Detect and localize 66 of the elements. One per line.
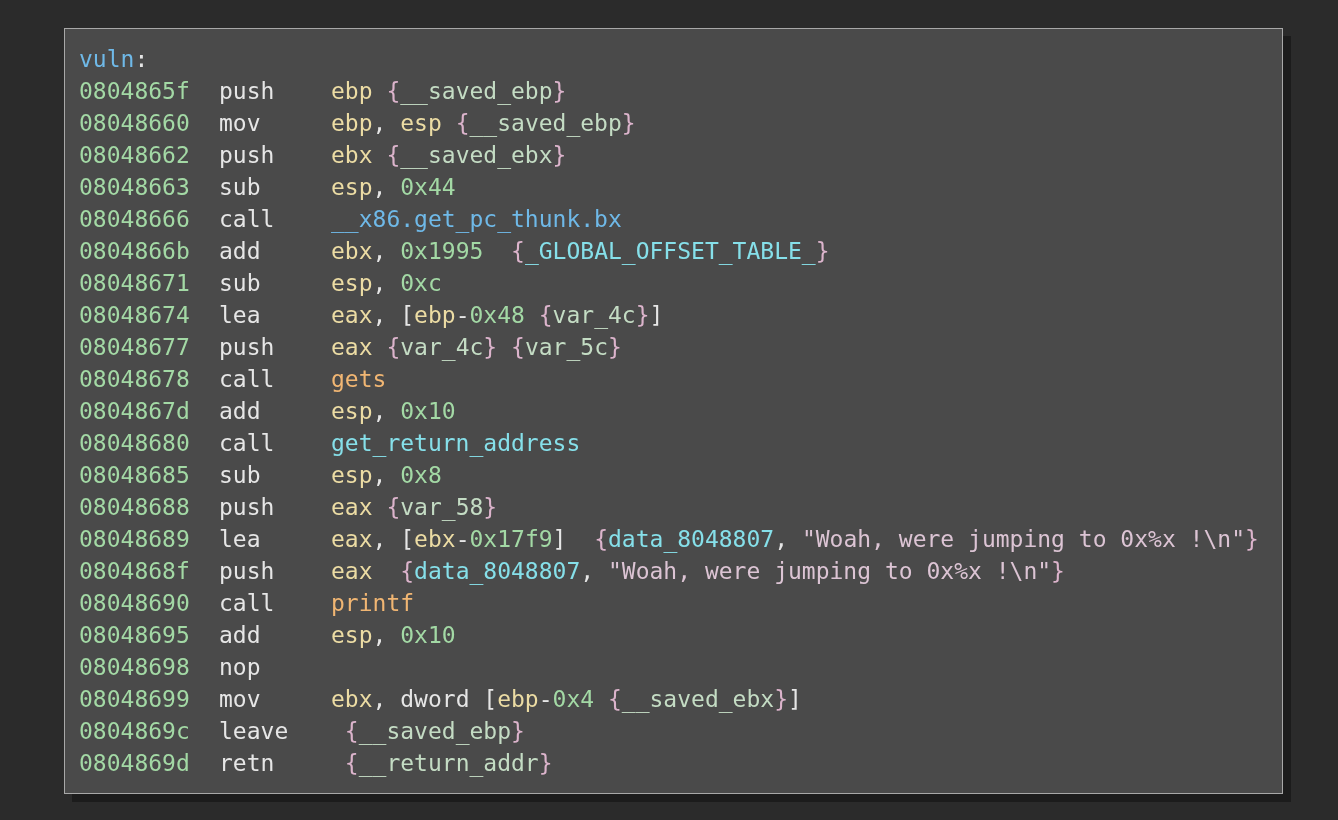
- mnemonic: nop: [219, 653, 262, 682]
- mnemonic: lea: [219, 301, 262, 330]
- operand: gets: [331, 365, 387, 394]
- mnemonic: add: [219, 397, 262, 426]
- address: 08048660: [79, 109, 191, 138]
- operand: __x86.get_pc_thunk.bx: [331, 205, 622, 235]
- mnemonic: sub: [219, 173, 262, 202]
- mnemonic: push: [219, 557, 276, 586]
- mnemonic: add: [219, 237, 262, 266]
- operand: eax {var_58}: [331, 493, 498, 523]
- operand: esp, 0x10: [331, 621, 456, 650]
- address: 0804869c: [79, 717, 191, 746]
- operand: esp, 0x10: [331, 397, 456, 426]
- mnemonic: sub: [219, 269, 262, 298]
- address: 08048678: [79, 365, 191, 394]
- operand: eax {data_8048807, "Woah, were jumping to 0x%x !\n"}: [331, 557, 1065, 587]
- address: 08048680: [79, 429, 191, 458]
- operand: get_return_address: [331, 429, 581, 459]
- operand: eax {var_4c} {var_5c}: [331, 333, 622, 363]
- address: 08048666: [79, 205, 191, 234]
- mnemonic: sub: [219, 461, 262, 490]
- operand: ebp, esp {__saved_ebp}: [331, 109, 636, 139]
- address: 0804867d: [79, 397, 191, 426]
- address: 08048663: [79, 173, 191, 202]
- address: 08048695: [79, 621, 191, 650]
- mnemonic: call: [219, 429, 276, 458]
- operand: esp, 0xc: [331, 269, 442, 298]
- address: 08048698: [79, 653, 191, 682]
- address: 08048677: [79, 333, 191, 362]
- address: 08048671: [79, 269, 191, 298]
- address: 08048689: [79, 525, 191, 554]
- operand: eax, [ebp-0x48 {var_4c}]: [331, 301, 664, 331]
- mnemonic: call: [219, 365, 276, 394]
- mnemonic: call: [219, 589, 276, 618]
- mnemonic: call: [219, 205, 276, 234]
- operand: ebx {__saved_ebx}: [331, 141, 567, 171]
- address: 08048662: [79, 141, 191, 170]
- mnemonic: push: [219, 333, 276, 362]
- operand: ebx, dword [ebp-0x4 {__saved_ebx}]: [331, 685, 802, 715]
- mnemonic: retn: [219, 749, 276, 778]
- mnemonic: leave: [219, 717, 290, 746]
- address: 08048674: [79, 301, 191, 330]
- operand: printf: [331, 589, 415, 618]
- mnemonic: mov: [219, 685, 262, 714]
- mnemonic: push: [219, 77, 276, 106]
- operand: {__saved_ebp}: [343, 717, 525, 747]
- address: 08048688: [79, 493, 191, 522]
- mnemonic: push: [219, 141, 276, 170]
- mnemonic: lea: [219, 525, 262, 554]
- address: 0804868f: [79, 557, 191, 586]
- operand: {__return_addr}: [343, 749, 553, 779]
- mnemonic: push: [219, 493, 276, 522]
- address: 0804866b: [79, 237, 191, 266]
- operand: eax, [ebx-0x17f9] {data_8048807, "Woah, were jumping to 0x%x !\n"}: [331, 525, 1259, 555]
- address: 08048690: [79, 589, 191, 618]
- mnemonic: add: [219, 621, 262, 650]
- operand: esp, 0x44: [331, 173, 456, 202]
- operand: esp, 0x8: [331, 461, 442, 490]
- address: 0804865f: [79, 77, 191, 106]
- function-label: vuln:: [79, 45, 150, 74]
- operand: ebp {__saved_ebp}: [331, 77, 567, 107]
- address: 08048699: [79, 685, 191, 714]
- operand: ebx, 0x1995 {_GLOBAL_OFFSET_TABLE_}: [331, 237, 830, 267]
- address: 08048685: [79, 461, 191, 490]
- address: 0804869d: [79, 749, 191, 778]
- mnemonic: mov: [219, 109, 262, 138]
